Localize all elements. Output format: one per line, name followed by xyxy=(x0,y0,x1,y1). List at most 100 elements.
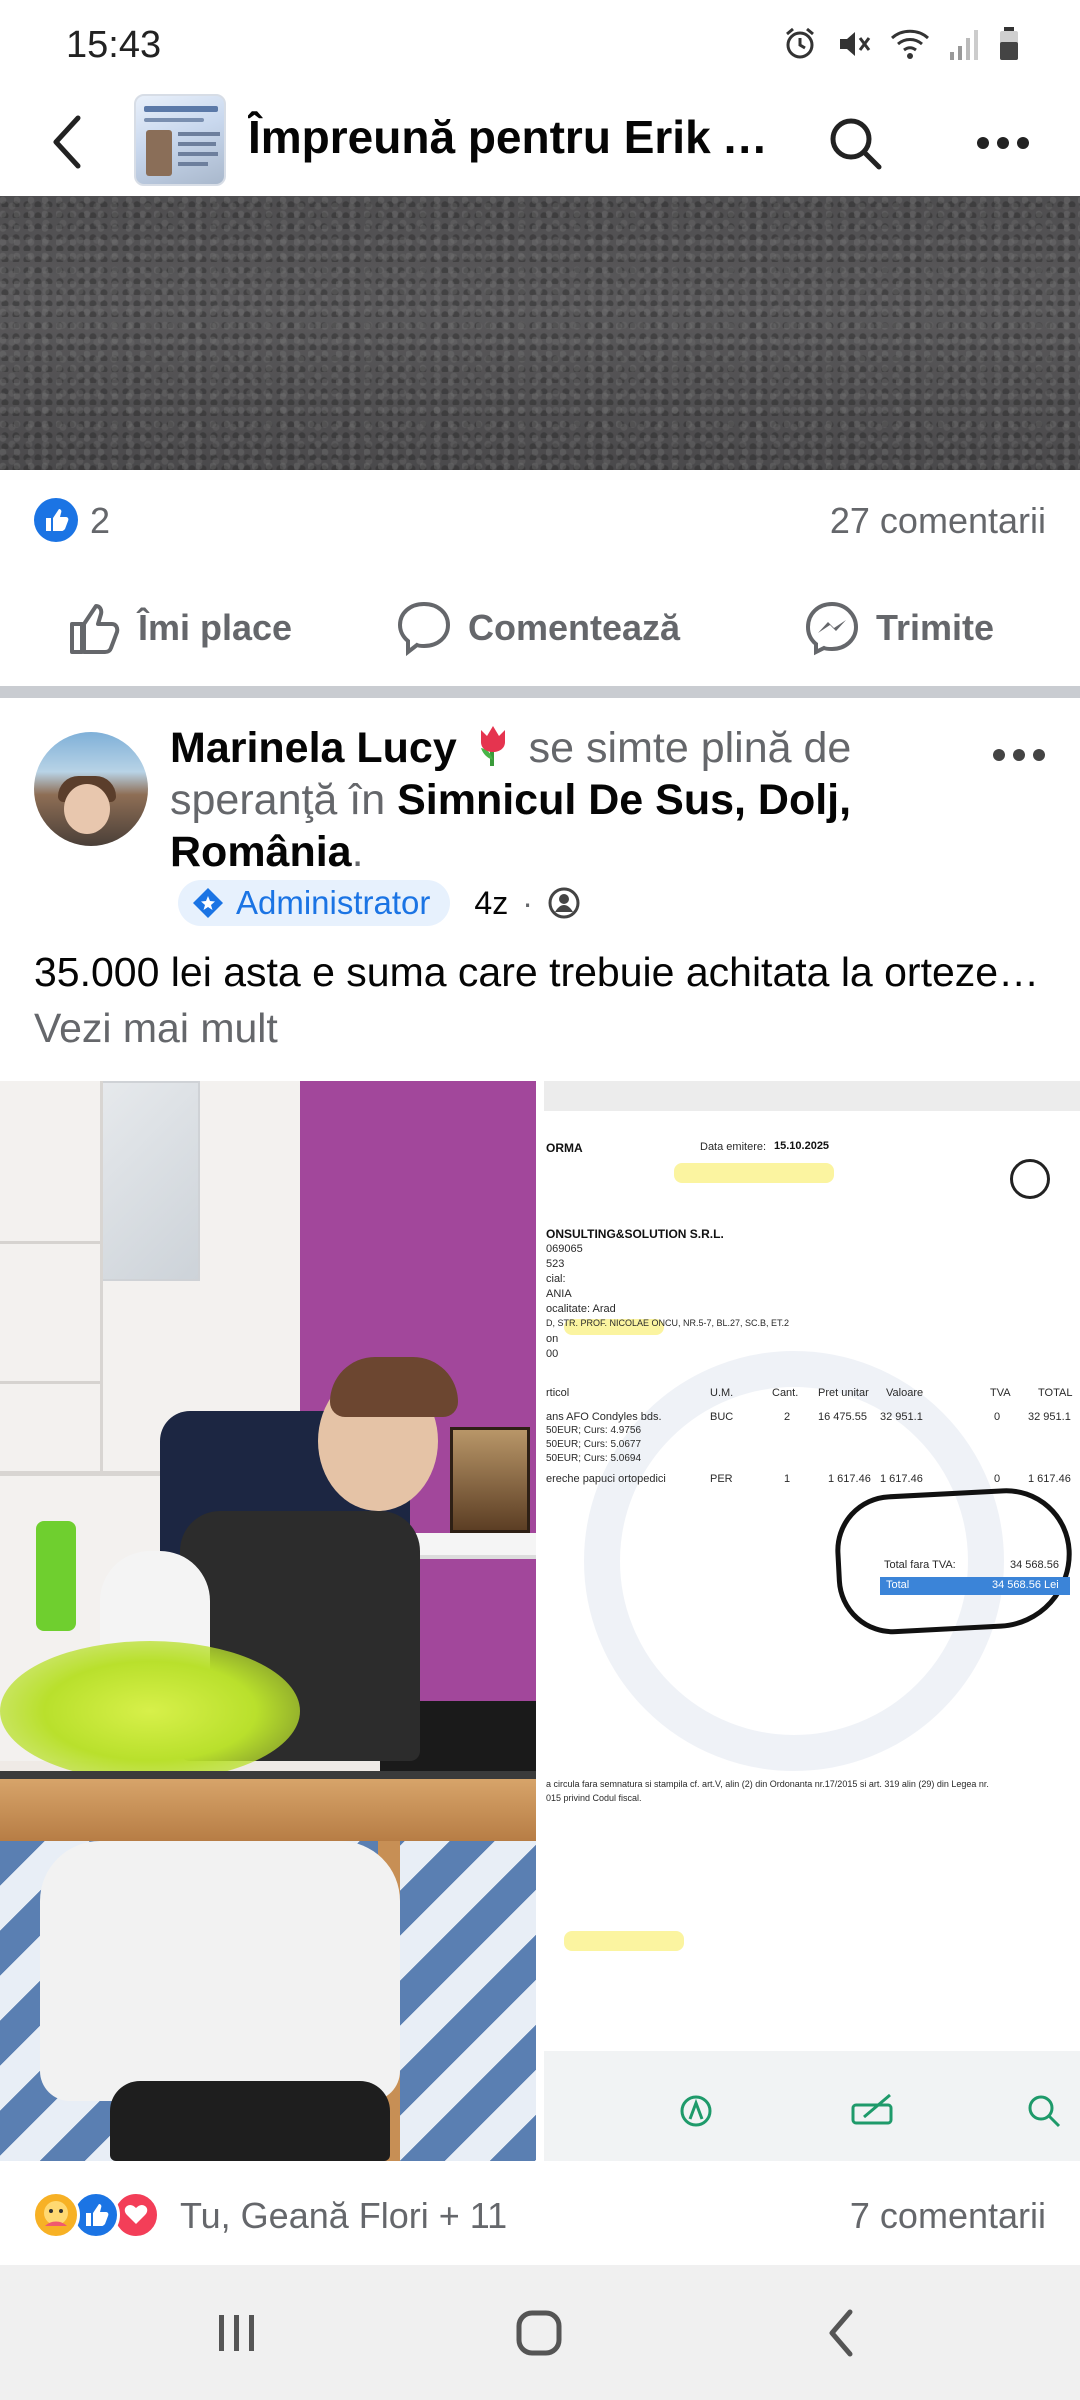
recent-apps-button[interactable] xyxy=(192,2295,282,2371)
group-privacy-icon xyxy=(548,887,580,919)
post-reactions-summary: Tu, Geană Flori + 11 7 comentarii xyxy=(0,2161,1080,2265)
admin-badge[interactable]: Administrator xyxy=(178,880,451,926)
post-body: 35.000 lei asta e suma care trebuie achi… xyxy=(34,949,999,995)
invoice-col-header: Pret unitar xyxy=(818,1387,869,1399)
invoice-total-value: 34 568.56 Lei xyxy=(992,1579,1059,1591)
invoice-date-label: Data emitere: xyxy=(700,1141,767,1153)
invoice-document: ORMA Data emitere: 15.10.2025 ONSULTING&… xyxy=(544,1111,1080,2051)
alarm-icon xyxy=(786,27,814,59)
like-count[interactable]: 2 xyxy=(90,500,110,542)
invoice-date: 15.10.2025 xyxy=(774,1140,830,1152)
search-icon xyxy=(830,118,882,170)
post-more-button[interactable] xyxy=(984,738,1054,772)
mute-icon xyxy=(840,32,871,56)
invoice-subtotal-value: 34 568.56 xyxy=(1010,1559,1059,1571)
invoice-line: cial: xyxy=(546,1273,566,1285)
back-button[interactable] xyxy=(38,110,98,174)
invoice-cell: BUC xyxy=(710,1411,734,1423)
post-ellipsis: … xyxy=(998,949,1040,995)
time-separator: · xyxy=(522,884,533,921)
share-label: Trimite xyxy=(876,607,995,648)
invoice-cell: 2 xyxy=(784,1411,791,1423)
home-button[interactable] xyxy=(494,2295,584,2371)
more-options-button[interactable] xyxy=(968,108,1038,178)
like-button[interactable]: Îmi place xyxy=(66,588,292,668)
company-logo-icon xyxy=(1010,1159,1050,1199)
comment-bubble-icon xyxy=(397,601,451,656)
edit-icon[interactable] xyxy=(850,2091,898,2131)
invoice-line: 069065 xyxy=(546,1243,583,1255)
group-cover-thumbnail[interactable] xyxy=(134,94,226,186)
more-dots-icon xyxy=(977,137,1029,149)
tulip-emoji-icon xyxy=(480,726,505,766)
post-photo-invoice[interactable]: ORMA Data emitere: 15.10.2025 ONSULTING&… xyxy=(544,1081,1080,2161)
pen-icon[interactable] xyxy=(676,2091,716,2131)
invoice-cell: ans AFO Condyles bds. xyxy=(546,1411,662,1423)
post-action-bar: Îmi place Comentează Trimite xyxy=(0,568,1080,686)
status-time: 15:43 xyxy=(66,24,162,66)
comment-button[interactable]: Comentează xyxy=(396,588,680,668)
location-suffix: . xyxy=(351,828,364,876)
invoice-footer: a circula fara semnatura si stampila cf.… xyxy=(546,1779,989,1789)
search-button[interactable] xyxy=(820,108,890,178)
admin-label: Administrator xyxy=(236,884,431,921)
invoice-col-header: rticol xyxy=(546,1387,570,1399)
post-time[interactable]: 4z xyxy=(474,885,508,922)
invoice-cell: PER xyxy=(710,1473,733,1485)
invoice-cell: 50EUR; Curs: 5.0677 xyxy=(546,1439,642,1450)
group-title[interactable]: Împreună pentru Erik A... xyxy=(248,110,788,164)
like-reaction-icon[interactable] xyxy=(34,498,78,542)
invoice-line: ANIA xyxy=(546,1288,572,1300)
zoom-icon[interactable] xyxy=(1024,2091,1064,2131)
thumbs-up-icon xyxy=(70,604,120,654)
see-more-link[interactable]: Vezi mai mult xyxy=(34,1005,278,1051)
invoice-company: ONSULTING&SOLUTION S.R.L. xyxy=(546,1227,724,1241)
signal-icon xyxy=(950,30,978,60)
previous-post-reactions: 2 27 comentarii xyxy=(0,470,1080,568)
invoice-cell: 16 475.55 xyxy=(818,1411,867,1423)
status-icons xyxy=(782,26,1020,62)
post-badge-row: Administrator 4z · xyxy=(178,878,581,928)
invoice-col-header: Valoare xyxy=(886,1387,924,1399)
messenger-icon xyxy=(805,601,859,656)
recent-apps-icon xyxy=(219,2315,254,2351)
invoice-cell: 32 951.1 xyxy=(880,1411,923,1423)
invoice-cell: 50EUR; Curs: 5.0694 xyxy=(546,1453,642,1464)
comments-count[interactable]: 7 comentarii xyxy=(850,2195,1046,2237)
invoice-col-header: Cant. xyxy=(772,1387,799,1399)
invoice-subtotal-label: Total fara TVA: xyxy=(884,1559,956,1571)
invoice-col-header: TVA xyxy=(990,1387,1011,1399)
back-icon xyxy=(829,2309,853,2357)
invoice-cell: 1 617.46 xyxy=(880,1473,923,1485)
share-button[interactable]: Trimite xyxy=(804,588,994,668)
invoice-title: ORMA xyxy=(546,1141,583,1155)
reaction-icons[interactable] xyxy=(32,2191,172,2239)
admin-shield-icon xyxy=(193,888,223,918)
invoice-total-row: Total 34 568.56 Lei xyxy=(880,1577,1070,1595)
invoice-line: 00 xyxy=(546,1348,559,1360)
comments-count[interactable]: 27 comentarii xyxy=(830,500,1046,542)
wifi-icon xyxy=(890,29,930,59)
home-icon xyxy=(516,2310,562,2356)
invoice-col-header: TOTAL xyxy=(1038,1387,1073,1399)
invoice-cell: 1 xyxy=(784,1473,791,1485)
post-photo-child[interactable] xyxy=(0,1081,536,2161)
reaction-names[interactable]: Tu, Geană Flori + 11 xyxy=(180,2195,507,2237)
invoice-cell: 50EUR; Curs: 4.9756 xyxy=(546,1425,642,1436)
post-text: 35.000 lei asta e suma care trebuie achi… xyxy=(34,944,1044,1056)
author-name[interactable]: Marinela Lucy xyxy=(170,724,457,772)
group-header: Împreună pentru Erik A... xyxy=(0,88,1080,196)
chevron-left-icon xyxy=(53,115,81,169)
system-back-button[interactable] xyxy=(796,2295,886,2371)
invoice-cell: ereche papuci ortopedici xyxy=(546,1473,666,1485)
battery-icon xyxy=(1000,27,1018,60)
post-divider xyxy=(0,686,1080,698)
invoice-line: on xyxy=(546,1333,559,1345)
invoice-total-label: Total xyxy=(886,1579,910,1591)
invoice-cell: 1 617.46 xyxy=(1028,1473,1071,1485)
author-avatar[interactable] xyxy=(34,732,148,846)
viewer-toolbar xyxy=(544,2051,1080,2161)
invoice-cell: 0 xyxy=(994,1411,1001,1423)
system-nav-bar xyxy=(0,2265,1080,2400)
previous-post-image[interactable] xyxy=(0,196,1080,470)
